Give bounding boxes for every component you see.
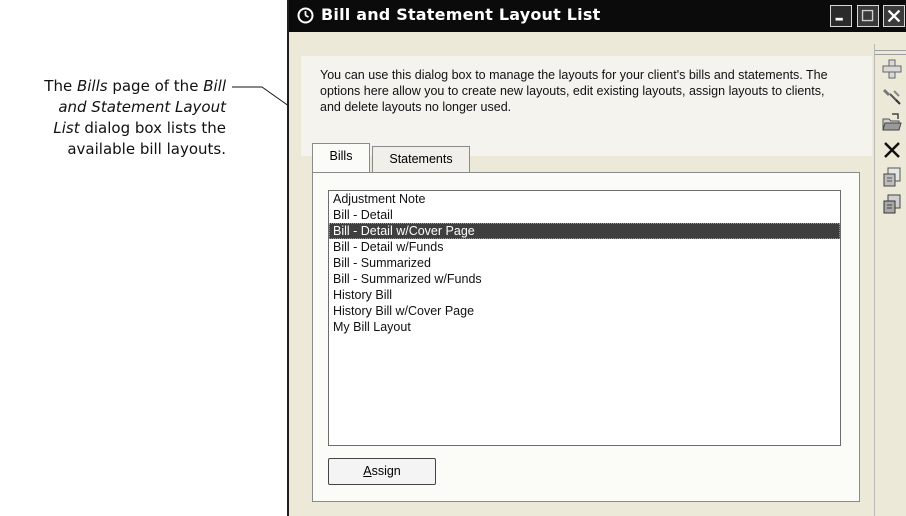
list-item[interactable]: My Bill Layout: [329, 319, 840, 335]
close-button[interactable]: [883, 5, 905, 27]
description-panel: You can use this dialog box to manage th…: [301, 56, 872, 156]
assign-button[interactable]: Assign: [328, 458, 436, 485]
minimize-button[interactable]: [830, 5, 852, 27]
assign-mnemonic: A: [363, 464, 372, 478]
app-clock-icon: [297, 7, 314, 24]
close-icon: [887, 9, 901, 23]
export-icon[interactable]: [882, 194, 902, 214]
delete-icon[interactable]: [882, 140, 902, 160]
add-icon[interactable]: [882, 59, 902, 79]
description-text: You can use this dialog box to manage th…: [320, 68, 828, 114]
dialog-window: Bill and Statement Layout List You can u…: [287, 0, 906, 516]
dialog-content: You can use this dialog box to manage th…: [301, 52, 872, 512]
bills-tab-panel: Adjustment Note Bill - Detail Bill - Det…: [312, 172, 860, 502]
tab-bills[interactable]: Bills: [312, 143, 370, 172]
tab-statements[interactable]: Statements: [372, 146, 470, 172]
callout-text: The Bills page of the Bill and Statement…: [44, 77, 226, 158]
list-item[interactable]: History Bill w/Cover Page: [329, 303, 840, 319]
maximize-button[interactable]: [857, 5, 879, 27]
import-icon[interactable]: [882, 167, 902, 187]
assign-label: ssign: [371, 464, 401, 478]
list-item-selected[interactable]: Bill - Detail w/Cover Page: [329, 223, 840, 239]
toolbar-divider: [875, 54, 906, 55]
list-item[interactable]: History Bill: [329, 287, 840, 303]
open-folder-icon[interactable]: [882, 113, 902, 133]
window-title: Bill and Statement Layout List: [321, 5, 601, 24]
bill-layouts-listbox[interactable]: Adjustment Note Bill - Detail Bill - Det…: [328, 190, 841, 446]
side-toolbar: [874, 44, 906, 516]
list-item[interactable]: Bill - Detail w/Funds: [329, 239, 840, 255]
title-bar[interactable]: Bill and Statement Layout List: [289, 0, 906, 32]
toolbar-divider: [875, 50, 906, 51]
minimize-icon: [835, 17, 843, 21]
callout-bills-emphasis: Bills: [76, 77, 108, 95]
list-item[interactable]: Bill - Summarized w/Funds: [329, 271, 840, 287]
maximize-icon: [861, 9, 874, 22]
list-item[interactable]: Bill - Summarized: [329, 255, 840, 271]
edit-icon[interactable]: [882, 86, 902, 106]
list-item[interactable]: Bill - Detail: [329, 207, 840, 223]
list-item[interactable]: Adjustment Note: [329, 191, 840, 207]
